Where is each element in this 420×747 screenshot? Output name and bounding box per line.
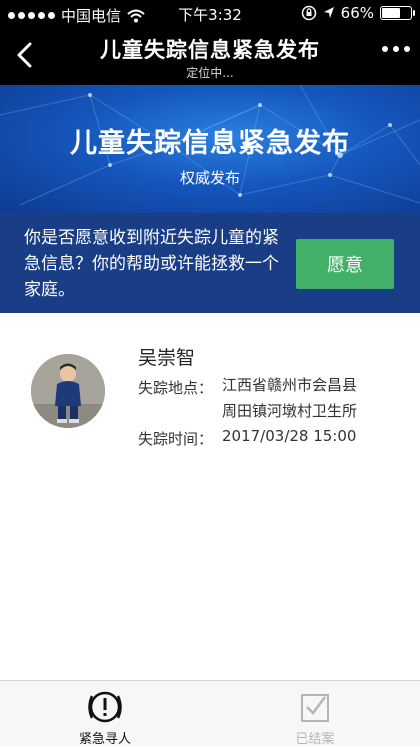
banner-headline: 儿童失踪信息紧急发布 [70,128,350,159]
banner-subtitle: 权威发布 [179,169,240,187]
tab-label: 已结案 [295,732,335,747]
missing-child-card[interactable]: 吴崇智 失踪地点： 江西省赣州市会昌县 周田镇河墩村卫生所 失踪时间： 2017… [0,313,420,503]
time-value: 2017/03/28 15:00 [222,427,357,445]
location-arrow-icon [323,7,334,18]
child-photo [31,354,105,428]
nav-bar: 儿童失踪信息紧急发布 定位中... [0,28,420,85]
agree-button[interactable]: 愿意 [296,239,394,289]
battery-icon [380,6,415,20]
status-bar: 中国电信 下午3:32 66% [0,0,420,28]
more-dots-icon[interactable] [382,46,410,52]
tab-urgent-search[interactable]: 紧急寻人 [0,681,210,747]
checkbox-icon [301,694,329,722]
tab-bar: 紧急寻人 已结案 [0,680,420,747]
location-line-1: 江西省赣州市会昌县 [222,376,358,394]
banner: 儿童失踪信息紧急发布 权威发布 [0,85,420,213]
orientation-lock-icon [301,5,316,21]
tab-label: 紧急寻人 [78,732,131,747]
subscribe-prompt: 你是否愿意收到附近失踪儿童的紧急信息？你的帮助或许能拯救一个家庭。 愿意 [0,213,420,313]
tab-closed-cases[interactable]: 已结案 [210,681,420,747]
alert-circle-icon [88,691,122,723]
time-label: 失踪时间： [138,430,214,448]
prompt-text: 你是否愿意收到附近失踪儿童的紧急信息？你的帮助或许能拯救一个家庭。 [24,228,279,300]
child-name: 吴崇智 [138,347,196,369]
battery-percent: 66% [340,4,374,22]
page-title: 儿童失踪信息紧急发布 [100,38,320,62]
location-status: 定位中... [186,66,234,80]
location-line-2: 周田镇河墩村卫生所 [222,402,358,420]
location-label: 失踪地点： [138,379,214,397]
